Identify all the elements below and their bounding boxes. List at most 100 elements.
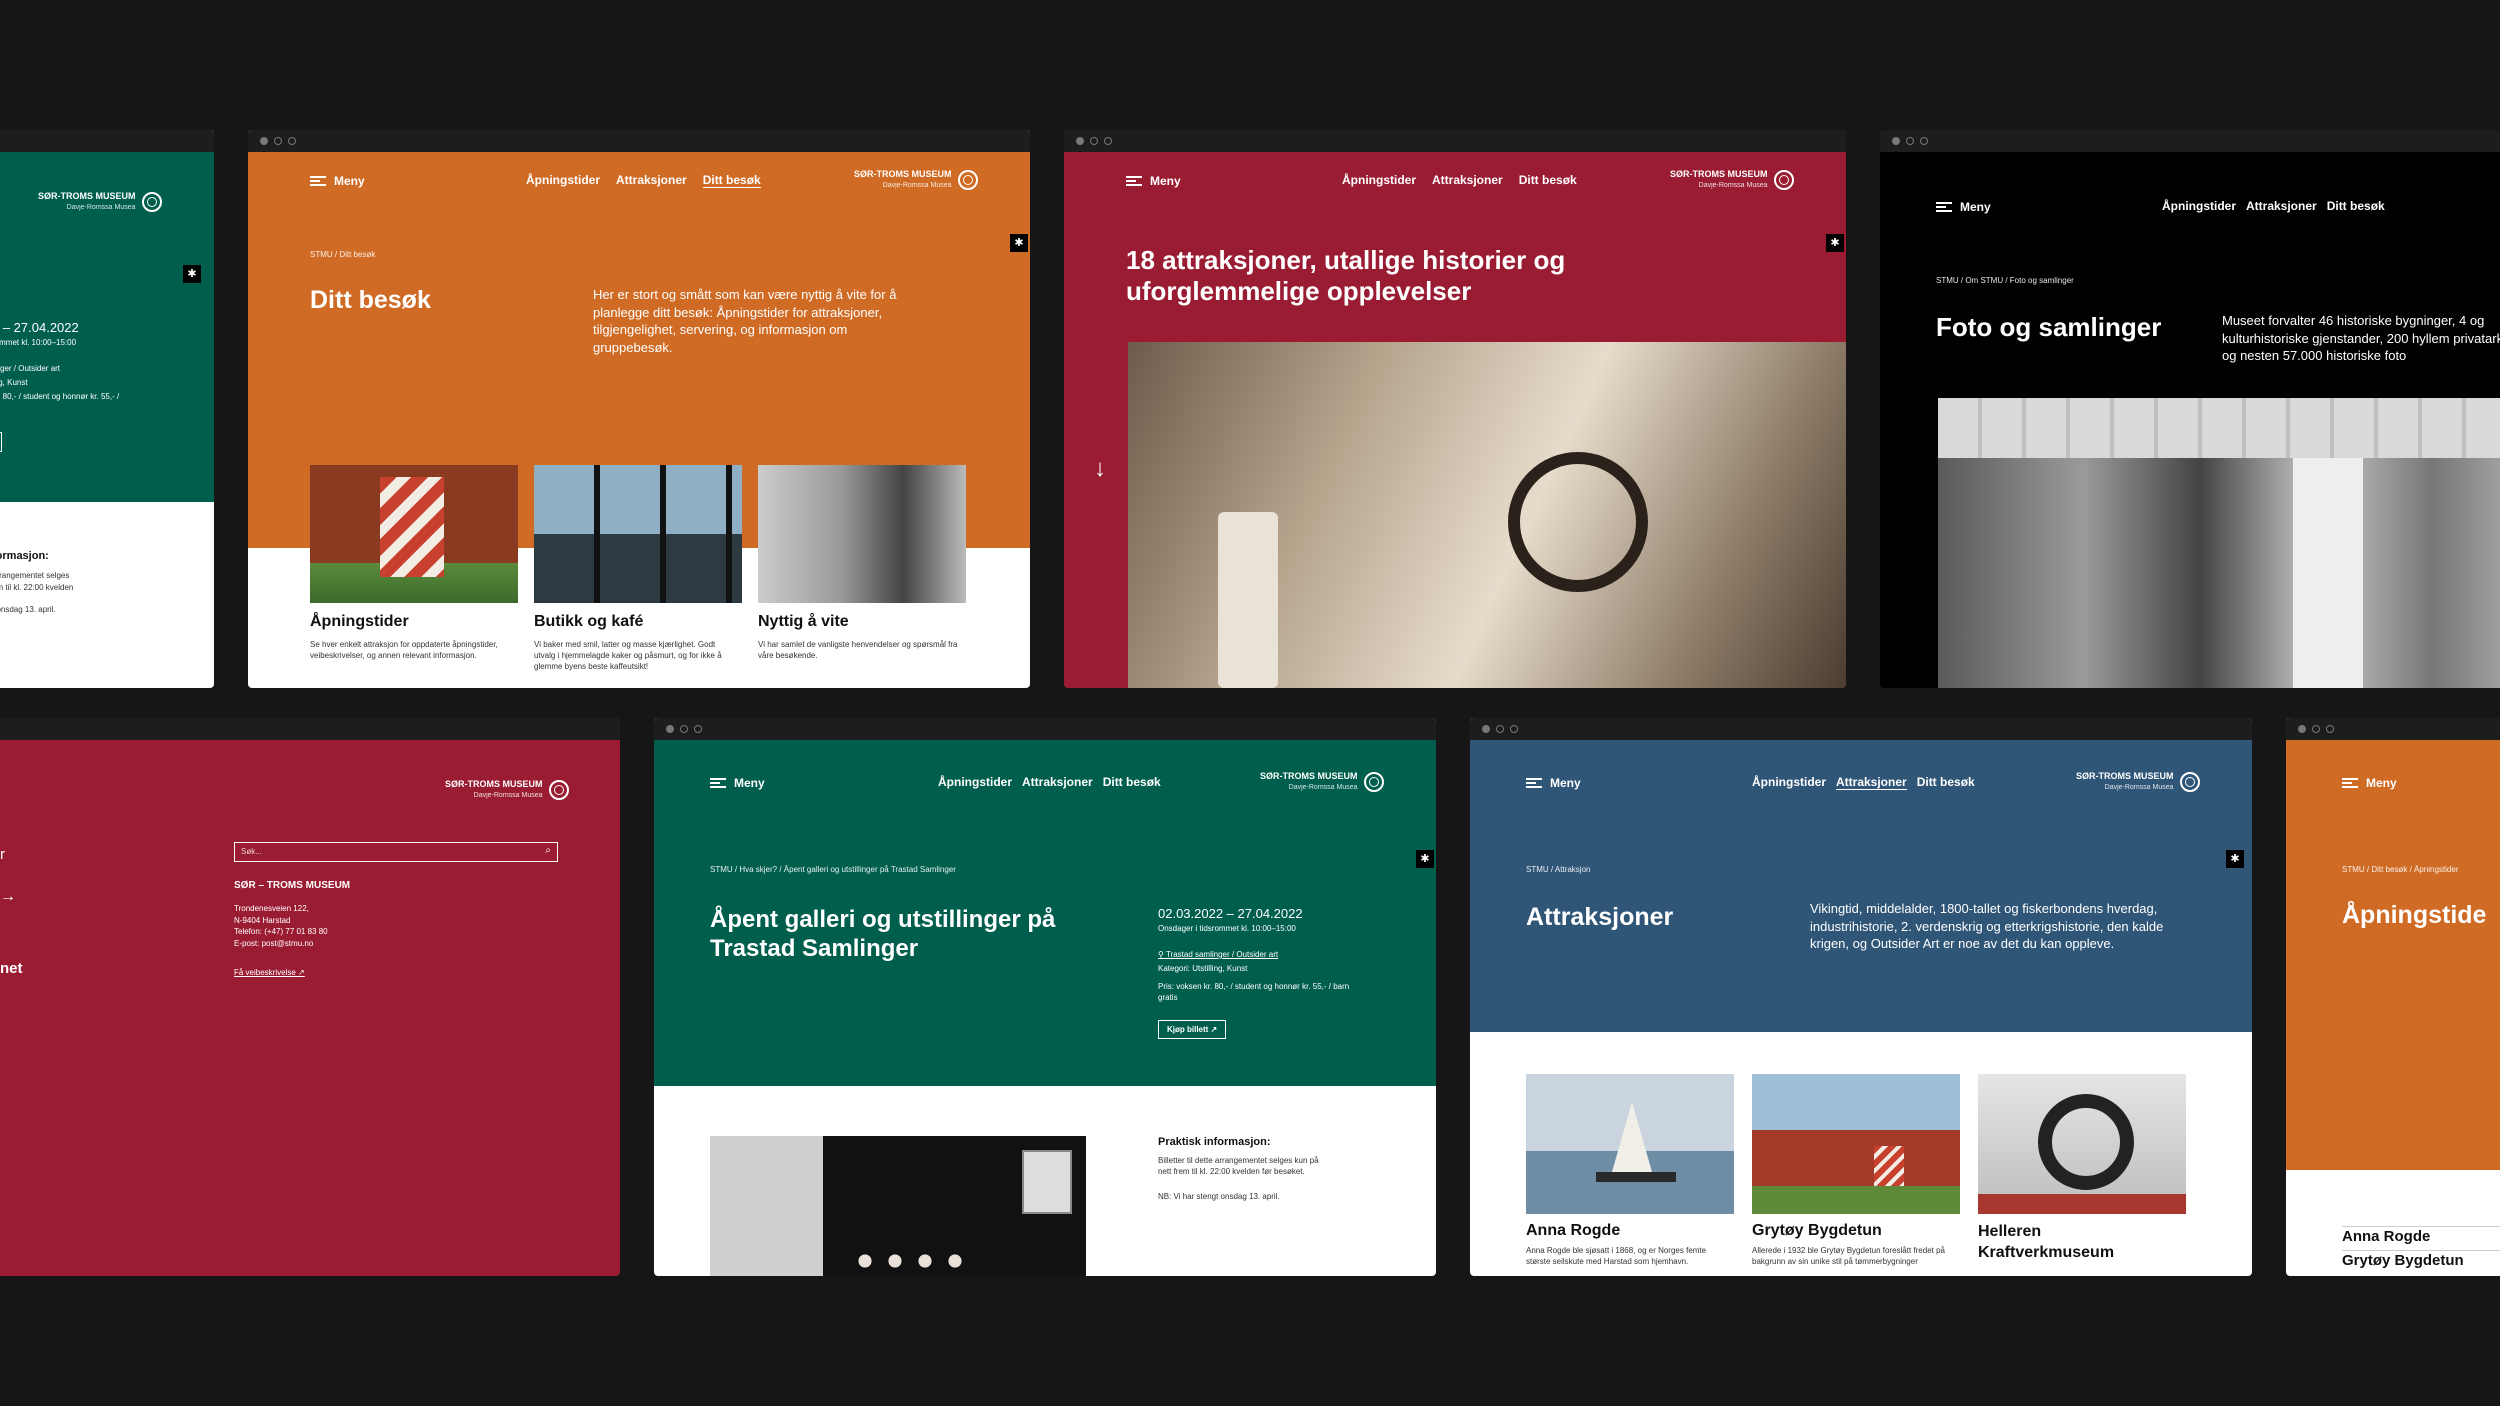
list-item[interactable]: Anna Rogde [2342,1228,2430,1245]
card-text: Anna Rogde ble sjøsatt i 1868, og er Nor… [1526,1246,1707,1266]
footer-link-fragment[interactable]: net [0,960,23,977]
accessibility-icon[interactable]: ✱ [2226,850,2244,868]
window-chrome [248,130,1030,152]
search-icon[interactable]: ⌕ [545,845,551,856]
site-logo[interactable]: SØR-TROMS MUSEUM Davje-Romssa Musea [38,191,162,212]
card-image-cafe[interactable] [534,465,742,603]
breadcrumb[interactable]: STMU / Ditt besøk [310,250,375,259]
card-title[interactable]: Butikk og kafé [534,613,643,631]
page-title: Ditt besøk [310,286,431,314]
menu-button[interactable]: Meny [1526,776,1581,790]
divider [2342,1226,2500,1227]
menu-button[interactable]: Meny [1126,174,1181,188]
window-chrome [0,130,214,152]
event-hours: rommet kl. 10:00–15:00 [0,338,77,347]
site-logo[interactable]: SØR-TROMS MUSEUM Davje-Romssa Musea [1670,169,1794,190]
accessibility-icon[interactable]: ✱ [1010,234,1028,252]
gallery-photo [710,1136,1086,1276]
browser-window-attraksjoner: Meny Åpningstider Attraksjoner Ditt besø… [1470,718,2252,1276]
email[interactable]: E-post: post@stmu.no [234,938,328,950]
menu-button[interactable]: Meny [710,776,765,790]
nav-apningstider[interactable]: Åpningstider [1752,775,1826,790]
nav-apningstider[interactable]: Åpningstider [2162,199,2236,213]
nav-ditt-besok[interactable]: Ditt besøk [702,173,761,188]
nav-attraksjoner[interactable]: Attraksjoner [616,173,687,188]
card-title[interactable]: Helleren Kraftverkmuseum [1978,1222,2178,1264]
browser-window-event: Meny Åpningstider Attraksjoner Ditt besø… [654,718,1436,1276]
browser-window-ditt-besok: Meny Åpningstider Attraksjoner Ditt besø… [248,130,1030,688]
nav-apningstider[interactable]: Åpningstider [1342,173,1416,187]
list-item[interactable]: Grytøy Bygdetun [2342,1252,2464,1269]
scroll-down-icon[interactable]: ↓ [1094,455,1106,483]
menu-button[interactable]: Meny [310,174,365,188]
buy-ticket-button[interactable]: Kjøp billett ↗ [1158,1020,1227,1039]
buy-ticket-button[interactable] [0,432,2,452]
card-image-door[interactable] [310,465,518,603]
breadcrumb[interactable]: STMU / Attraksjon [1526,865,1590,874]
event-price: Pris: voksen kr. 80,- / student og honnø… [1158,982,1350,1002]
phone[interactable]: Telefon: (+47) 77 01 83 80 [234,926,328,938]
org-name: SØR – TROMS MUSEUM [234,880,351,891]
site-logo[interactable]: SØR-TROMS MUSEUM Davje-Romssa Musea [445,779,569,800]
nav-ditt-besok[interactable]: Ditt besøk [1917,775,1975,790]
nav-attraksjoner[interactable]: Attraksjoner [1022,775,1093,789]
card-title[interactable]: Nyttig å vite [758,613,849,631]
breadcrumb[interactable]: STMU / Hva skjer? / Åpent galleri og uts… [710,865,956,874]
menu-icon [310,176,326,186]
card-image-people[interactable] [758,465,966,603]
spiral-logo-icon [548,780,569,800]
card-title[interactable]: Åpningstider [310,613,409,631]
site-logo[interactable]: SØR-TROMS MUSEUM Davje-Romssa Musea [854,169,978,190]
info-title: formasjon: [0,550,49,562]
menu-button[interactable]: Meny [2342,776,2397,790]
info-line: om til kl. 22:00 kvelden [0,583,74,592]
nav-ditt-besok[interactable]: Ditt besøk [1103,775,1161,789]
window-chrome [1880,130,2500,152]
nav-attraksjoner[interactable]: Attraksjoner [2246,199,2317,213]
divider [2342,1250,2500,1251]
search-input[interactable]: Søk... ⌕ [234,842,558,862]
browser-window-front-page: Meny Åpningstider Attraksjoner Ditt besø… [1064,130,1846,688]
main-nav: Åpningstider Attraksjoner Ditt besøk [526,173,761,188]
footer-link-fragment[interactable]: r [0,846,5,863]
archive-photo-lab [1938,398,2500,688]
address-line: Trondenesveien 122, [234,904,309,913]
browser-window-event-partial: SØR-TROMS MUSEUM Davje-Romssa Musea ✱ 2 –… [0,130,214,688]
breadcrumb[interactable]: STMU / Ditt besøk / Åpningstider [2342,865,2458,874]
event-category: ing, Kunst [0,378,28,387]
card-title[interactable]: Grytøy Bygdetun [1752,1222,1882,1240]
event-dates: 2 – 27.04.2022 [0,320,79,335]
spiral-logo-icon [141,192,162,212]
card-image-farm[interactable] [1752,1074,1960,1214]
accessibility-icon[interactable]: ✱ [183,265,201,283]
accessibility-icon[interactable]: ✱ [1826,234,1844,252]
breadcrumb[interactable]: STMU / Om STMU / Foto og samlinger [1936,276,2074,285]
hero-image-sewing-machine [1128,342,1846,688]
site-logo[interactable]: SØR-TROMS MUSEUM Davje-Romssa Musea [2076,771,2200,792]
nav-attraksjoner[interactable]: Attraksjoner [1432,173,1503,187]
event-place[interactable]: linger / Outsider art [0,363,60,374]
info-line: t onsdag 13. april. [0,605,56,614]
hero-orange [2286,740,2500,1170]
address-line: N-9404 Harstad [234,915,291,925]
window-chrome [1064,130,1846,152]
accessibility-icon[interactable]: ✱ [1416,850,1434,868]
menu-icon [1526,778,1542,788]
event-place[interactable]: ⚲ Trastad samlinger / Outsider art [1158,950,1278,959]
directions-link[interactable]: Få veibeskrivelse ↗ [234,968,305,977]
nav-ditt-besok[interactable]: Ditt besøk [1519,173,1577,187]
card-title[interactable]: Anna Rogde [1526,1222,1620,1240]
card-image-ship[interactable] [1526,1074,1734,1214]
nav-apningstider[interactable]: Åpningstider [938,775,1012,789]
page-title: Åpent galleri og utstillinger på Trastad… [710,906,1056,962]
page-title: Foto og samlinger [1936,312,2162,342]
nav-attraksjoner[interactable]: Attraksjoner [1836,775,1907,790]
menu-button[interactable]: Meny [1936,200,1991,214]
nav-apningstider[interactable]: Åpningstider [526,173,600,188]
event-price: kr. 80,- / student og honnør kr. 55,- / [0,392,120,401]
card-image-turbine[interactable] [1978,1074,2186,1214]
site-logo[interactable]: SØR-TROMS MUSEUM Davje-Romssa Musea [1260,771,1384,792]
arrow-right-icon[interactable]: → [0,888,16,906]
main-nav: Åpningstider Attraksjoner Ditt besøk [1342,173,1577,187]
nav-ditt-besok[interactable]: Ditt besøk [2327,199,2385,213]
